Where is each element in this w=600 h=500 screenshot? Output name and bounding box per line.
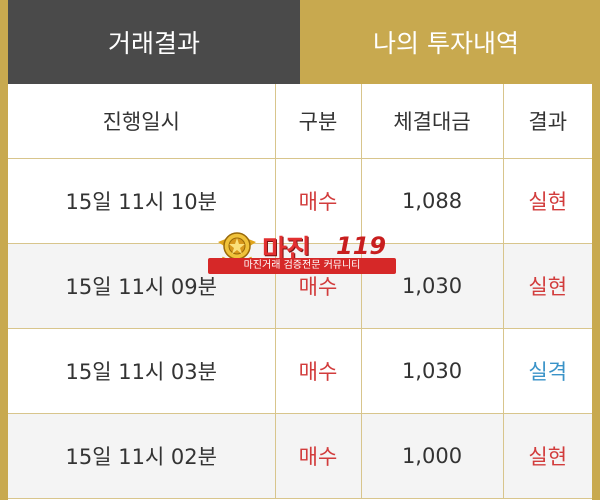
table-row: 15일 11시 10분 매수 1,088 실현 <box>8 158 592 244</box>
header-result: 결과 <box>503 84 592 159</box>
cell-type: 매수 <box>275 243 362 329</box>
table-row: 15일 11시 02분 매수 1,000 실현 <box>8 413 592 499</box>
cell-type: 매수 <box>275 158 362 244</box>
tab-trade-results[interactable]: 거래결과 <box>8 0 300 84</box>
results-table: 진행일시 구분 체결대금 결과 15일 11시 10분 매수 1,088 실현 … <box>8 84 592 499</box>
trade-panel: 거래결과 나의 투자내역 진행일시 구분 체결대금 결과 15일 11시 10분… <box>0 0 600 500</box>
cell-type: 매수 <box>275 413 362 499</box>
cell-datetime: 15일 11시 09분 <box>8 243 276 329</box>
results-table-container: 진행일시 구분 체결대금 결과 15일 11시 10분 매수 1,088 실현 … <box>8 84 592 500</box>
cell-type: 매수 <box>275 328 362 414</box>
table-row: 15일 11시 03분 매수 1,030 실격 <box>8 328 592 414</box>
cell-amount: 1,030 <box>361 243 504 329</box>
table-header-row: 진행일시 구분 체결대금 결과 <box>8 84 592 159</box>
tab-bar: 거래결과 나의 투자내역 <box>8 0 592 84</box>
table-row: 15일 11시 09분 매수 1,030 실현 <box>8 243 592 329</box>
cell-result: 실현 <box>503 158 592 244</box>
cell-result: 실격 <box>503 328 592 414</box>
cell-amount: 1,030 <box>361 328 504 414</box>
cell-result: 실현 <box>503 243 592 329</box>
cell-datetime: 15일 11시 10분 <box>8 158 276 244</box>
cell-datetime: 15일 11시 02분 <box>8 413 276 499</box>
header-amount: 체결대금 <box>361 84 504 159</box>
cell-result: 실현 <box>503 413 592 499</box>
header-datetime: 진행일시 <box>8 84 276 159</box>
cell-amount: 1,088 <box>361 158 504 244</box>
header-type: 구분 <box>275 84 362 159</box>
cell-amount: 1,000 <box>361 413 504 499</box>
tab-my-investments[interactable]: 나의 투자내역 <box>300 0 592 84</box>
cell-datetime: 15일 11시 03분 <box>8 328 276 414</box>
